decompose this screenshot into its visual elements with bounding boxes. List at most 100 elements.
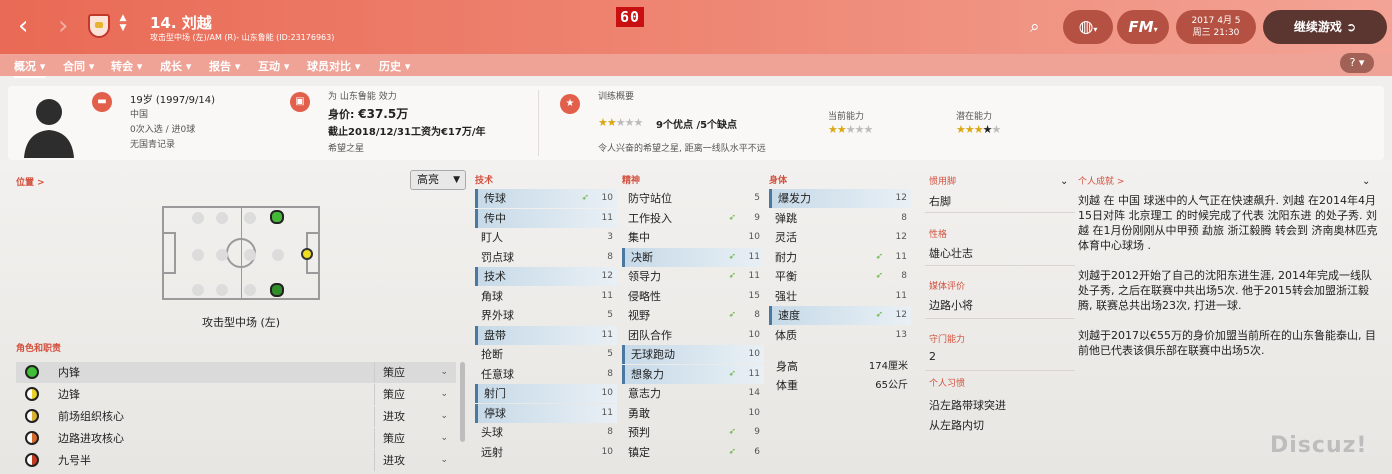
bio-title[interactable]: 个人成就 > — [1078, 174, 1124, 187]
attribute-name: 耐力 — [775, 250, 797, 264]
attribute-row[interactable]: 爆发力 12 — [769, 189, 911, 208]
fm-menu-button[interactable]: FM▾ — [1117, 10, 1169, 44]
chevron-down-icon[interactable]: ⌄ — [1060, 176, 1068, 187]
player-value: €37.5万 — [358, 107, 409, 121]
attribute-row[interactable]: 传球 10 ➶ — [475, 189, 617, 208]
menu-interaction[interactable]: 互动 ▾ — [258, 58, 289, 74]
attribute-row[interactable]: 界外球 5 — [475, 306, 617, 325]
highlight-select[interactable]: 高亮 ▼ — [410, 170, 466, 190]
attribute-row[interactable]: 抢断 5 — [475, 345, 617, 364]
globe-menu-button[interactable]: ◍▾ — [1063, 10, 1113, 44]
continue-button[interactable]: 继续游戏 ➲ — [1263, 10, 1387, 44]
role-row[interactable]: 前场组织核心 进攻 ⌄ — [16, 406, 456, 427]
attribute-row[interactable]: 技术 12 — [475, 267, 617, 286]
menu-history[interactable]: 历史 ▾ — [379, 58, 410, 74]
attribute-row[interactable]: 领导力 11 ➶ — [622, 267, 764, 286]
player-nation: 中国 — [130, 110, 149, 120]
gk-value: 2 — [929, 350, 936, 363]
attribute-row[interactable]: 集中 10 — [622, 228, 764, 247]
player-age: 19岁 (1997/9/14) — [130, 95, 215, 106]
help-button[interactable]: ? ▾ — [1340, 53, 1374, 73]
role-row[interactable]: 九号半 进攻 ⌄ — [16, 450, 456, 471]
duty-select[interactable]: 策应 ⌄ — [374, 428, 456, 449]
attribute-value: 11 — [895, 290, 907, 301]
attribute-row[interactable]: 意志力 14 — [622, 384, 764, 403]
current-ability-stars: ★★★★★ — [828, 123, 873, 136]
player-switch-icon[interactable]: ▲ ▼ — [118, 13, 128, 33]
attribute-row[interactable]: 强壮 11 — [769, 287, 911, 306]
attribute-value: 13 — [895, 329, 907, 340]
menu-overview[interactable]: 概况 ▾ — [14, 58, 46, 78]
attribute-row[interactable]: 停球 11 — [475, 403, 617, 423]
attribute-row[interactable]: 射门 10 — [475, 384, 617, 403]
attribute-row[interactable]: 体质 13 — [769, 326, 911, 345]
attribute-row[interactable]: 罚点球 8 — [475, 248, 617, 267]
menu-contract[interactable]: 合同 ▾ — [63, 58, 94, 74]
attribute-row[interactable]: 盯人 3 — [475, 228, 617, 247]
attribute-row[interactable]: 工作投入 9 ➶ — [622, 209, 764, 228]
attribute-row[interactable]: 视野 8 ➶ — [622, 306, 764, 325]
attribute-row[interactable]: 勇敢 10 — [622, 404, 764, 423]
personality: 雄心壮志 — [929, 247, 973, 260]
attribute-row[interactable]: 头球 8 — [475, 423, 617, 442]
duty-select[interactable]: 进攻 ⌄ — [374, 450, 456, 471]
club-crest-icon[interactable] — [88, 14, 110, 38]
attribute-row[interactable]: 耐力 11 ➶ — [769, 248, 911, 267]
attribute-row[interactable]: 团队合作 10 — [622, 326, 764, 345]
forward-arrow-icon[interactable]: › — [58, 13, 68, 39]
attribute-row[interactable]: 无球跑动 10 — [622, 345, 764, 364]
role-row[interactable]: 边锋 策应 ⌄ — [16, 384, 456, 405]
attribute-row[interactable]: 弹跳 8 — [769, 209, 911, 228]
menu-development[interactable]: 成长 ▾ — [160, 58, 191, 74]
role-rating-icon — [25, 431, 39, 445]
attribute-row[interactable]: 想象力 11 ➶ — [622, 364, 764, 384]
attribute-row[interactable]: 灵活 12 — [769, 228, 911, 247]
menu-compare[interactable]: 球员对比 ▾ — [307, 58, 360, 74]
attribute-value: 11 — [895, 251, 907, 262]
position-title[interactable]: 位置 > — [16, 175, 45, 188]
highlight-label: 高亮 — [417, 173, 439, 186]
attribute-row[interactable]: 速度 12 ➶ — [769, 306, 911, 325]
roles-scrollbar[interactable] — [460, 362, 465, 442]
duty-select[interactable]: 策应 ⌄ — [374, 384, 456, 405]
attribute-name: 领导力 — [628, 270, 661, 283]
media-title: 媒体评价 — [929, 282, 966, 292]
trend-up-icon: ➶ — [875, 271, 883, 281]
attribute-row[interactable]: 镇定 6 ➶ — [622, 443, 764, 462]
search-icon[interactable]: ⌕ — [1030, 17, 1040, 37]
attribute-name: 防守站位 — [628, 192, 672, 205]
date-display[interactable]: 2017 4月 5 周三 21:30 — [1176, 10, 1256, 44]
youth-record: 无国青记录 — [130, 140, 176, 150]
attribute-value: 10 — [601, 446, 613, 457]
menu-transfer[interactable]: 转会 ▾ — [111, 58, 142, 74]
role-row[interactable]: 边路进攻核心 策应 ⌄ — [16, 428, 456, 449]
attribute-row[interactable]: 侵略性 15 — [622, 287, 764, 306]
back-arrow-icon[interactable]: ‹ — [18, 13, 28, 39]
menu-label: 互动 — [258, 60, 280, 73]
menu-reports[interactable]: 报告 ▾ — [209, 58, 240, 74]
menu-label: 历史 — [379, 60, 401, 73]
chevron-down-icon[interactable]: ⌄ — [1362, 176, 1370, 187]
chevron-down-icon: ▾ — [182, 60, 192, 73]
duty-select[interactable]: 进攻 ⌄ — [374, 406, 456, 427]
attribute-row[interactable]: 任意球 8 — [475, 365, 617, 384]
attribute-row[interactable]: 角球 11 — [475, 287, 617, 306]
attribute-row[interactable]: 平衡 8 ➶ — [769, 267, 911, 286]
time-line: 周三 21:30 — [1192, 28, 1240, 38]
duty-select[interactable]: 策应 ⌄ — [374, 362, 456, 383]
divider — [538, 90, 539, 156]
attribute-name: 弹跳 — [775, 211, 797, 225]
divider — [925, 370, 1075, 371]
role-row[interactable]: 内锋 策应 ⌄ — [16, 362, 456, 383]
attribute-row[interactable]: 远射 10 — [475, 443, 617, 462]
chevron-down-icon: ▾ — [280, 60, 290, 73]
attribute-row[interactable]: 盘带 11 — [475, 325, 617, 345]
attribute-row[interactable]: 预判 9 ➶ — [622, 423, 764, 442]
attribute-name: 远射 — [481, 445, 503, 459]
divider — [925, 212, 1075, 213]
attribute-name: 罚点球 — [481, 250, 514, 264]
attribute-row[interactable]: 传中 11 — [475, 208, 617, 228]
attribute-row[interactable]: 决断 11 ➶ — [622, 247, 764, 267]
position-dot — [244, 284, 256, 296]
attribute-row[interactable]: 防守站位 5 — [622, 189, 764, 208]
